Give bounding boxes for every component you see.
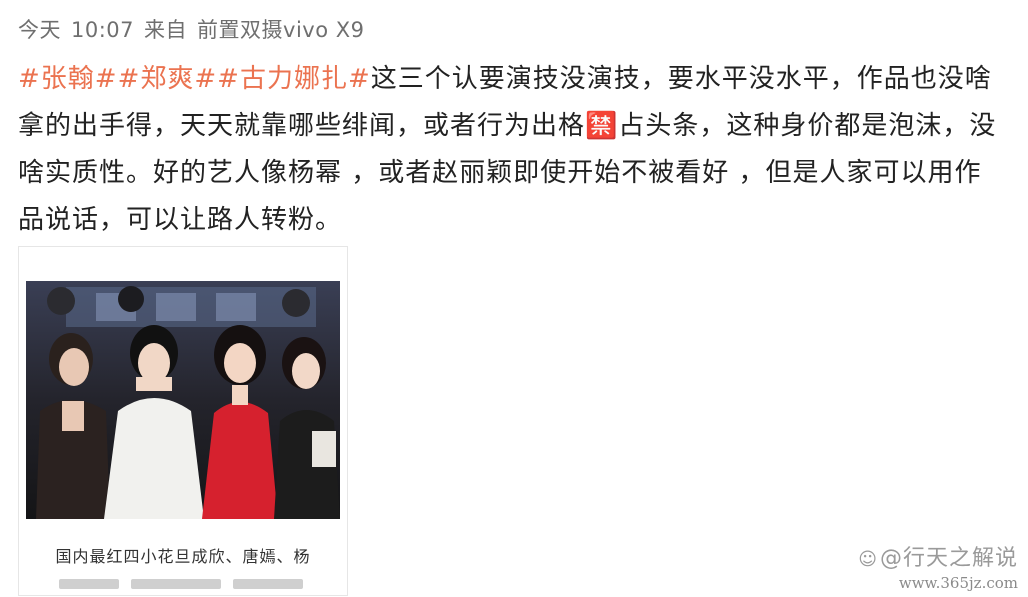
post-time-label: 今天 [18, 18, 61, 42]
watermark-author-line: ☺@行天之解说 [858, 540, 1018, 572]
post-source-prefix: 来自 [144, 18, 188, 42]
attached-photo[interactable] [26, 281, 340, 519]
watermark-author: @行天之解说 [879, 546, 1018, 571]
watermark-url: www.365jz.com [898, 574, 1018, 592]
topic-link-1[interactable]: #张翰# [18, 64, 118, 94]
photo-caption: 国内最红四小花旦成欣、唐嫣、杨 [55, 547, 311, 566]
photo-illustration [26, 281, 340, 519]
topic-link-3[interactable]: #古力娜扎# [217, 64, 371, 94]
attached-image-card[interactable]: 国内最红四小花旦成欣、唐嫣、杨 [18, 246, 348, 596]
watermark: ☺@行天之解说 www.365jz.com [858, 540, 1018, 592]
topic-link-2[interactable]: #郑爽# [118, 64, 218, 94]
post-time: 10:07 [71, 18, 135, 42]
post-device[interactable]: 前置双摄vivo X9 [197, 18, 364, 42]
post-text: #张翰##郑爽##古力娜扎#这三个认要演技没演技，要水平没水平，作品也没啥拿的出… [18, 56, 1008, 244]
weibo-icon: ☺ [858, 549, 878, 570]
post-meta: 今天 10:07 来自 前置双摄vivo X9 [18, 14, 375, 44]
photo-caption-cutoff [19, 573, 347, 597]
